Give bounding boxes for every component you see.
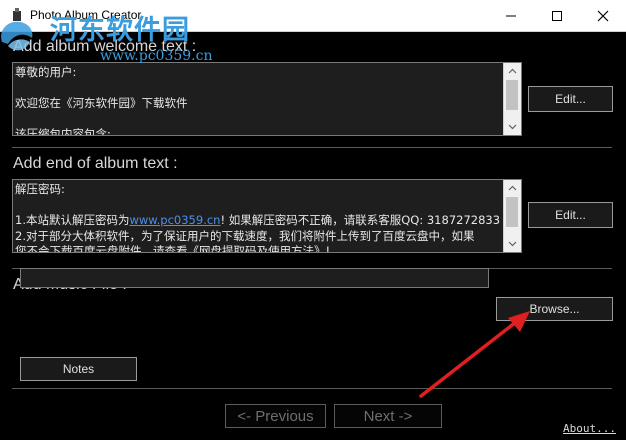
welcome-line: 欢迎您在《河东软件园》下载软件 xyxy=(15,96,188,110)
end-textbox[interactable]: 解压密码: 1.本站默认解压密码为www.pc0359.cn! 如果解压密码不正确… xyxy=(12,179,522,253)
welcome-line xyxy=(15,81,503,97)
welcome-scrollbar[interactable] xyxy=(503,63,521,135)
close-button[interactable] xyxy=(580,0,626,31)
next-button[interactable]: Next -> xyxy=(334,404,442,428)
maximize-button[interactable] xyxy=(534,0,580,31)
chevron-down-icon xyxy=(508,241,517,247)
scroll-up-button[interactable] xyxy=(504,180,521,196)
divider xyxy=(12,147,612,148)
welcome-line xyxy=(15,112,503,128)
minimize-button[interactable] xyxy=(488,0,534,31)
welcome-textbox[interactable]: 尊敬的用户: 欢迎您在《河东软件园》下载软件该压缩包内容包含: xyxy=(12,62,522,136)
end-link[interactable]: www.pc0359.cn xyxy=(129,213,220,227)
welcome-text: 尊敬的用户: 欢迎您在《河东软件园》下载软件该压缩包内容包含: xyxy=(15,65,503,136)
end-line2-pre: 1.本站默认解压密码为 xyxy=(15,213,130,227)
end-heading: Add end of album text : xyxy=(13,155,178,172)
end-line: 您不会下载百度云盘附件，请查看《网盘提取码及使用方法》! xyxy=(15,244,331,253)
minimize-icon xyxy=(506,15,516,16)
scroll-down-button[interactable] xyxy=(504,119,521,135)
watermark-text: 河东软件园 xyxy=(50,15,190,46)
previous-button[interactable]: <- Previous xyxy=(225,404,326,428)
end-edit-button[interactable]: Edit... xyxy=(528,202,613,228)
end-line: 解压密码: xyxy=(15,182,65,196)
end-line2-post: ! 如果解压密码不正确，请联系客服QQ: 3187272833 xyxy=(220,213,501,227)
scroll-thumb[interactable] xyxy=(506,197,518,227)
chevron-up-icon xyxy=(508,185,517,191)
maximize-icon xyxy=(552,10,562,21)
end-text: 解压密码: 1.本站默认解压密码为www.pc0359.cn! 如果解压密码不正确… xyxy=(15,182,503,253)
scroll-thumb[interactable] xyxy=(506,80,518,110)
watermark-logo xyxy=(1,21,33,51)
chevron-up-icon xyxy=(508,68,517,74)
end-scrollbar[interactable] xyxy=(503,180,521,252)
notes-button[interactable]: Notes xyxy=(20,357,137,381)
music-file-field[interactable] xyxy=(20,268,489,288)
scroll-down-button[interactable] xyxy=(504,236,521,252)
divider xyxy=(12,388,612,389)
about-link[interactable]: About... xyxy=(563,422,616,435)
chevron-down-icon xyxy=(508,124,517,130)
close-icon xyxy=(597,10,609,21)
end-line xyxy=(15,198,503,214)
main-panel: Add album welcome text : 尊敬的用户: 欢迎您在《河东软件… xyxy=(0,32,626,440)
welcome-line: 尊敬的用户: xyxy=(15,65,77,79)
browse-button[interactable]: Browse... xyxy=(496,297,613,321)
watermark-url: www.pc0359.cn xyxy=(100,48,213,64)
end-line: 2.对于部分大体积软件，为了保证用户的下载速度，我们将附件上传到了百度云盘中，如… xyxy=(15,228,475,243)
end-line: 1.本站默认解压密码为www.pc0359.cn! 如果解压密码不正确，请联系客… xyxy=(15,213,503,229)
scroll-up-button[interactable] xyxy=(504,63,521,79)
welcome-edit-button[interactable]: Edit... xyxy=(528,86,613,112)
welcome-line: 该压缩包内容包含: xyxy=(15,127,111,136)
